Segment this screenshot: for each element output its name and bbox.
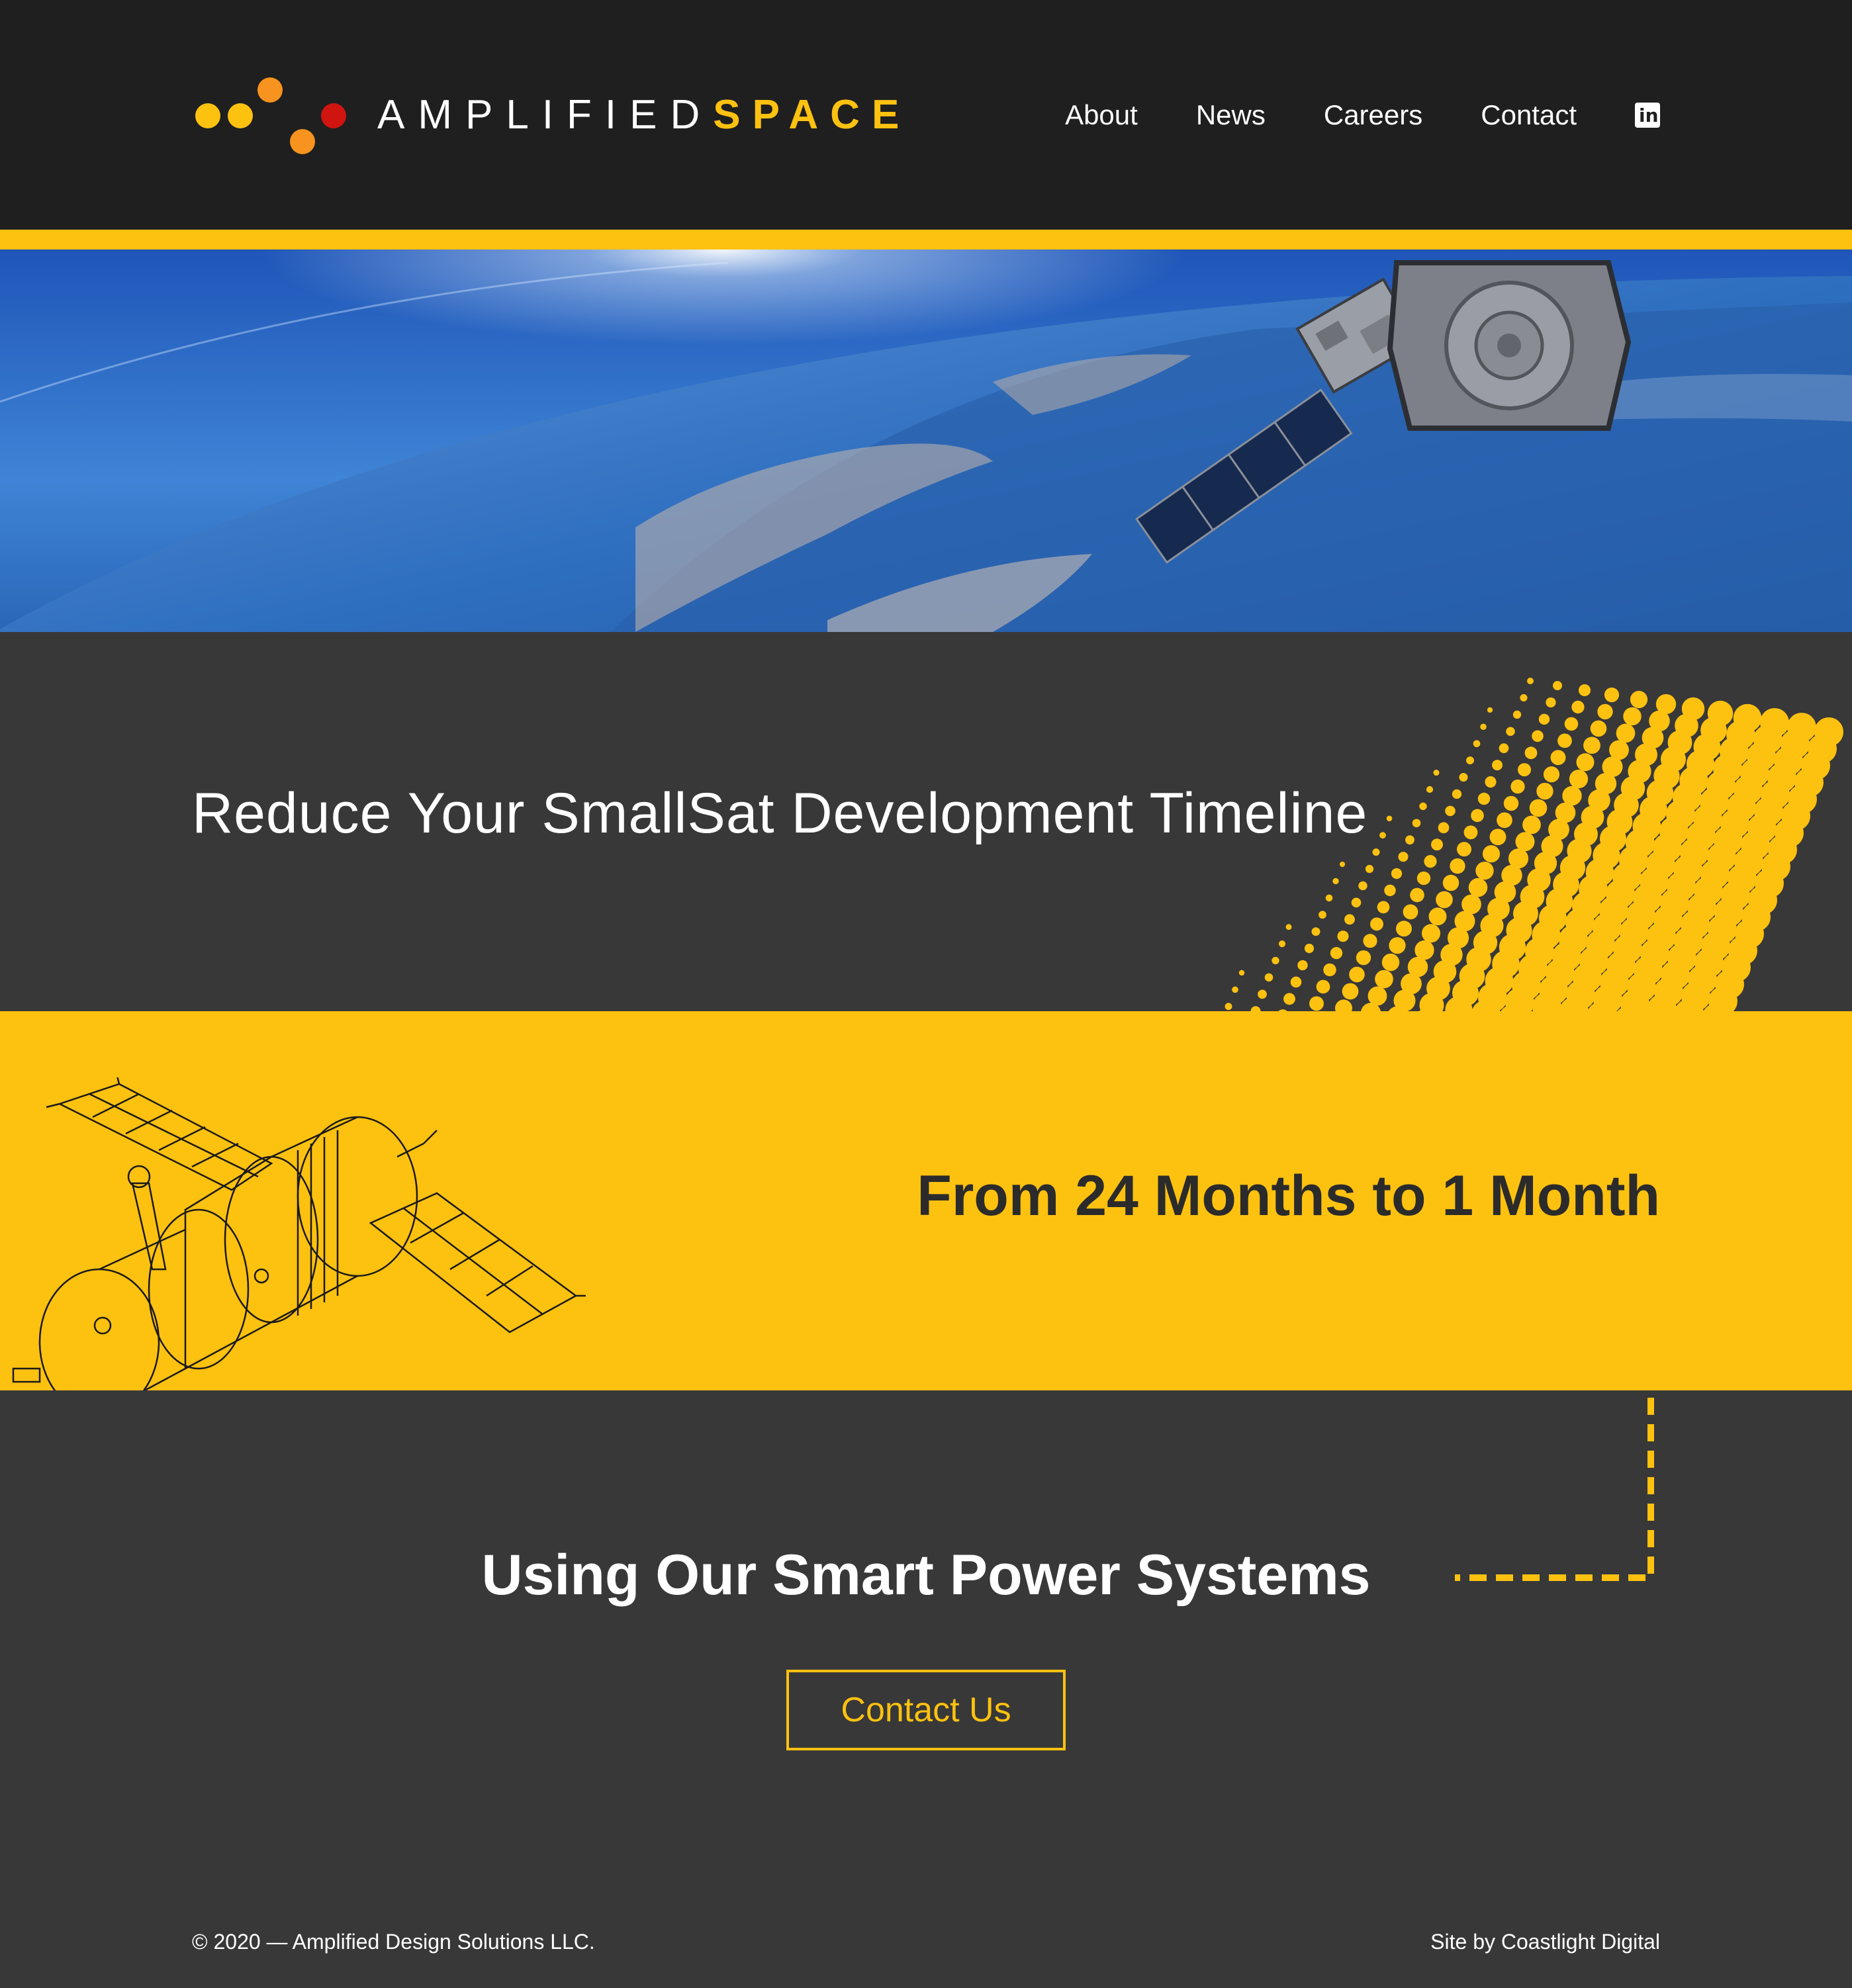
section-months: From 24 Months to 1 Month [0,1011,1852,1390]
footer-copyright: © 2020 — Amplified Design Solutions LLC. [192,1930,595,1954]
linkedin-icon[interactable]: in [1635,103,1660,128]
footer-credit-link[interactable]: Site by Coastlight Digital [1430,1930,1660,1954]
contact-us-button[interactable]: Contact Us [786,1670,1066,1750]
nav-item-news[interactable]: News [1196,99,1266,131]
hero-satellite-earth-illustration [0,249,1852,632]
nav-item-about[interactable]: About [1065,99,1138,131]
nav-item-contact[interactable]: Contact [1481,99,1577,131]
main-nav: About News Careers Contact in [1007,93,1660,138]
satellite-line-drawing [12,1077,586,1390]
brand-word-amplified: AMPLIFIED [377,92,714,138]
nav-item-careers[interactable]: Careers [1324,99,1422,131]
brand-wordmark: AMPLIFIEDSPACE [377,91,911,138]
headline-months: From 24 Months to 1 Month [917,1164,1660,1228]
halftone-dots-graphic [1225,678,1843,1011]
site-header: AMPLIFIEDSPACE About News Careers Contac… [0,0,1852,230]
hero-image [0,249,1852,632]
logo-dots-icon [195,77,346,154]
headline-power-systems: Using Our Smart Power Systems [481,1543,1371,1607]
section-timeline: Reduce Your SmallSat Development Timelin… [0,632,1852,1011]
section-power-systems: Using Our Smart Power Systems Contact Us [0,1390,1852,1988]
header-accent-bar [0,230,1852,249]
brand-logo[interactable]: AMPLIFIEDSPACE [192,73,899,159]
brand-word-space: SPACE [713,92,911,138]
